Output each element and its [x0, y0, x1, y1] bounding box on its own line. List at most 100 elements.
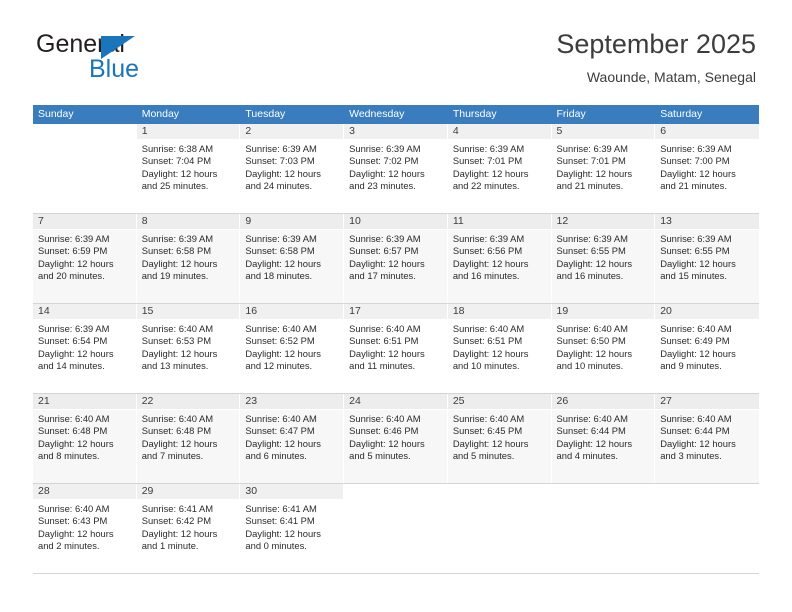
sunrise-text: Sunrise: 6:39 AM	[452, 233, 525, 244]
calendar-day-cell[interactable]: 8 Sunrise: 6:39 AM Sunset: 6:58 PM Daylight…	[136, 214, 241, 303]
daylight-text-line2: and 17 minutes.	[349, 269, 416, 281]
sunset-text: Sunset: 7:00 PM	[660, 155, 730, 167]
sunset-text: Sunset: 6:51 PM	[349, 335, 419, 347]
calendar-grid: Sunday Monday Tuesday Wednesday Thursday…	[33, 105, 759, 574]
daylight-text-line1: Daylight: 12 hours	[660, 347, 736, 359]
sunset-text: Sunset: 7:03 PM	[245, 155, 315, 167]
calendar-day-cell[interactable]: 7 Sunrise: 6:39 AM Sunset: 6:59 PM Daylight…	[33, 214, 137, 303]
day-number-bar	[33, 124, 136, 140]
daylight-text-line1: Daylight: 12 hours	[452, 437, 529, 449]
day-details: Sunrise: 6:40 AM Sunset: 6:51 PM Daylight:…	[448, 320, 551, 372]
daylight-text-line2: and 10 minutes.	[556, 359, 624, 371]
title-block: September 2025 Waounde, Matam, Senegal	[556, 28, 756, 86]
sunrise-text: Sunrise: 6:40 AM	[141, 323, 214, 334]
day-details: Sunrise: 6:41 AM Sunset: 6:41 PM Daylight:…	[240, 500, 343, 552]
day-number: 16	[245, 305, 258, 317]
calendar-day-cell[interactable]: 13 Sunrise: 6:39 AM Sunset: 6:55 PM Dayligh…	[655, 214, 759, 303]
day-details: Sunrise: 6:39 AM Sunset: 6:58 PM Daylight:…	[137, 230, 240, 282]
daylight-text-line1: Daylight: 12 hours	[556, 347, 633, 359]
sunset-text: Sunset: 6:46 PM	[349, 425, 419, 437]
daylight-text-line1: Daylight: 12 hours	[660, 257, 736, 269]
calendar-day-cell[interactable]: 9 Sunrise: 6:39 AM Sunset: 6:58 PM Daylight…	[240, 214, 345, 303]
daylight-text-line2: and 14 minutes.	[38, 359, 105, 371]
sunrise-text: Sunrise: 6:39 AM	[660, 233, 732, 244]
day-number: 24	[349, 395, 361, 407]
day-number: 14	[38, 305, 50, 317]
day-number-bar: 18	[447, 304, 551, 320]
calendar-day-cell[interactable]: 5 Sunrise: 6:39 AM Sunset: 7:01 PM Daylight…	[551, 124, 656, 213]
calendar-day-cell[interactable]: 4 Sunrise: 6:39 AM Sunset: 7:01 PM Daylight…	[447, 124, 552, 213]
calendar-day-cell[interactable]: 11 Sunrise: 6:39 AM Sunset: 6:56 PM Dayligh…	[447, 214, 552, 303]
calendar-day-cell[interactable]: 27 Sunrise: 6:40 AM Sunset: 6:44 PM Dayligh…	[655, 394, 759, 483]
day-number-bar: 16	[240, 304, 344, 320]
weekday-header-wednesday: Wednesday	[349, 108, 405, 120]
sunset-text: Sunset: 6:48 PM	[141, 425, 212, 437]
calendar-day-cell[interactable]: 26 Sunrise: 6:40 AM Sunset: 6:44 PM Dayligh…	[551, 394, 656, 483]
calendar-day-cell[interactable]: 16 Sunrise: 6:40 AM Sunset: 6:52 PM Dayligh…	[240, 304, 345, 393]
sunset-text: Sunset: 6:47 PM	[245, 425, 315, 437]
calendar-day-cell[interactable]: 25 Sunrise: 6:40 AM Sunset: 6:45 PM Dayligh…	[447, 394, 552, 483]
daylight-text-line2: and 19 minutes.	[141, 269, 209, 281]
daylight-text-line1: Daylight: 12 hours	[38, 257, 114, 269]
sunrise-text: Sunrise: 6:40 AM	[660, 413, 732, 424]
calendar-day-cell[interactable]: 28 Sunrise: 6:40 AM Sunset: 6:43 PM Dayligh…	[33, 484, 137, 573]
daylight-text-line1: Daylight: 12 hours	[141, 167, 218, 179]
calendar-day-cell[interactable]: 30 Sunrise: 6:41 AM Sunset: 6:41 PM Dayligh…	[240, 484, 345, 573]
calendar-day-cell[interactable]: 15 Sunrise: 6:40 AM Sunset: 6:53 PM Dayligh…	[136, 304, 241, 393]
daylight-text-line1: Daylight: 12 hours	[452, 257, 529, 269]
sunset-text: Sunset: 6:50 PM	[556, 335, 626, 347]
day-number: 2	[245, 125, 252, 137]
sunset-text: Sunset: 6:45 PM	[452, 425, 523, 437]
calendar-day-cell[interactable]: 17 Sunrise: 6:40 AM Sunset: 6:51 PM Dayligh…	[344, 304, 448, 393]
calendar-day-cell[interactable]: 19 Sunrise: 6:40 AM Sunset: 6:50 PM Dayligh…	[551, 304, 656, 393]
daylight-text-line1: Daylight: 12 hours	[141, 437, 218, 449]
sunset-text: Sunset: 6:52 PM	[245, 335, 315, 347]
daylight-text-line2: and 11 minutes.	[349, 359, 416, 371]
calendar-day-cell[interactable]: 20 Sunrise: 6:40 AM Sunset: 6:49 PM Dayligh…	[655, 304, 759, 393]
calendar-day-cell[interactable]: 6 Sunrise: 6:39 AM Sunset: 7:00 PM Daylight…	[655, 124, 759, 213]
daylight-text-line1: Daylight: 12 hours	[349, 347, 425, 359]
calendar-day-cell[interactable]: 1 Sunrise: 6:38 AM Sunset: 7:04 PM Daylight…	[136, 124, 241, 213]
calendar-day-cell[interactable]: 22 Sunrise: 6:40 AM Sunset: 6:48 PM Dayligh…	[136, 394, 241, 483]
day-number: 13	[660, 215, 672, 227]
day-number: 8	[141, 215, 148, 227]
sunrise-text: Sunrise: 6:39 AM	[660, 143, 732, 154]
day-number-bar: 21	[33, 394, 136, 410]
calendar-day-cell[interactable]: 29 Sunrise: 6:41 AM Sunset: 6:42 PM Dayligh…	[136, 484, 241, 573]
sunset-text: Sunset: 6:59 PM	[38, 245, 108, 257]
calendar-day-cell[interactable]: 21 Sunrise: 6:40 AM Sunset: 6:48 PM Dayligh…	[33, 394, 137, 483]
day-number-bar	[655, 484, 759, 500]
calendar-day-cell[interactable]: 10 Sunrise: 6:39 AM Sunset: 6:57 PM Dayligh…	[344, 214, 448, 303]
calendar-day-cell[interactable]: 14 Sunrise: 6:39 AM Sunset: 6:54 PM Dayligh…	[33, 304, 137, 393]
daylight-text-line1: Daylight: 12 hours	[141, 527, 218, 539]
daylight-text-line1: Daylight: 12 hours	[245, 527, 321, 539]
calendar-day-cell-empty	[33, 124, 137, 213]
calendar-day-cell[interactable]: 12 Sunrise: 6:39 AM Sunset: 6:55 PM Dayligh…	[551, 214, 656, 303]
day-number-bar: 5	[551, 124, 655, 140]
weekday-header-row: Sunday Monday Tuesday Wednesday Thursday…	[33, 105, 759, 124]
daylight-text-line2: and 5 minutes.	[452, 449, 515, 461]
sunrise-text: Sunrise: 6:40 AM	[245, 323, 317, 334]
general-blue-logo[interactable]: General Blue	[36, 30, 256, 86]
daylight-text-line1: Daylight: 12 hours	[452, 347, 529, 359]
calendar-day-cell[interactable]: 23 Sunrise: 6:40 AM Sunset: 6:47 PM Dayligh…	[240, 394, 345, 483]
day-number: 4	[452, 125, 459, 137]
day-details: Sunrise: 6:39 AM Sunset: 6:55 PM Daylight:…	[552, 230, 655, 282]
day-details: Sunrise: 6:39 AM Sunset: 6:59 PM Daylight:…	[33, 230, 136, 282]
day-number-bar: 29	[136, 484, 240, 500]
daylight-text-line1: Daylight: 12 hours	[349, 437, 425, 449]
calendar-day-cell[interactable]: 18 Sunrise: 6:40 AM Sunset: 6:51 PM Dayligh…	[447, 304, 552, 393]
sunset-text: Sunset: 7:02 PM	[349, 155, 419, 167]
day-number: 12	[556, 215, 569, 227]
calendar-day-cell-empty	[447, 484, 552, 573]
daylight-text-line2: and 21 minutes.	[660, 179, 727, 191]
day-number-bar	[344, 484, 447, 500]
calendar-day-cell[interactable]: 2 Sunrise: 6:39 AM Sunset: 7:03 PM Daylight…	[240, 124, 345, 213]
calendar-week-row: 14 Sunrise: 6:39 AM Sunset: 6:54 PM Dayligh…	[33, 304, 759, 394]
weekday-header-friday: Friday	[556, 108, 586, 120]
sunrise-text: Sunrise: 6:39 AM	[38, 233, 110, 244]
calendar-day-cell[interactable]: 24 Sunrise: 6:40 AM Sunset: 6:46 PM Dayligh…	[344, 394, 448, 483]
calendar-day-cell[interactable]: 3 Sunrise: 6:39 AM Sunset: 7:02 PM Daylight…	[344, 124, 448, 213]
day-details: Sunrise: 6:39 AM Sunset: 7:01 PM Daylight:…	[448, 140, 551, 192]
sunset-text: Sunset: 7:01 PM	[556, 155, 626, 167]
